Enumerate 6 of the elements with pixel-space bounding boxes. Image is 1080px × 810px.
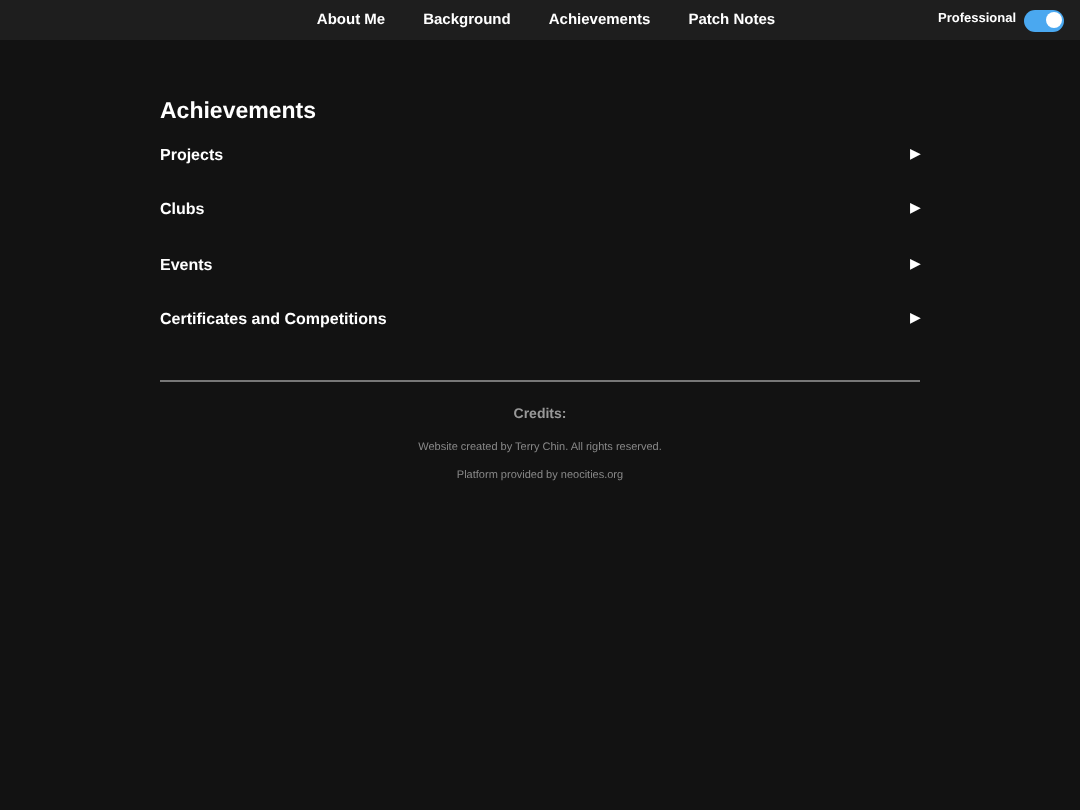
item-label: Events xyxy=(160,253,213,278)
item-label: Clubs xyxy=(160,198,205,223)
section-title: Achievements xyxy=(160,98,318,126)
item-label: Certificates and Competitions xyxy=(160,308,387,333)
item-label: Projects xyxy=(160,143,224,168)
toggle-switch[interactable] xyxy=(1024,9,1064,31)
